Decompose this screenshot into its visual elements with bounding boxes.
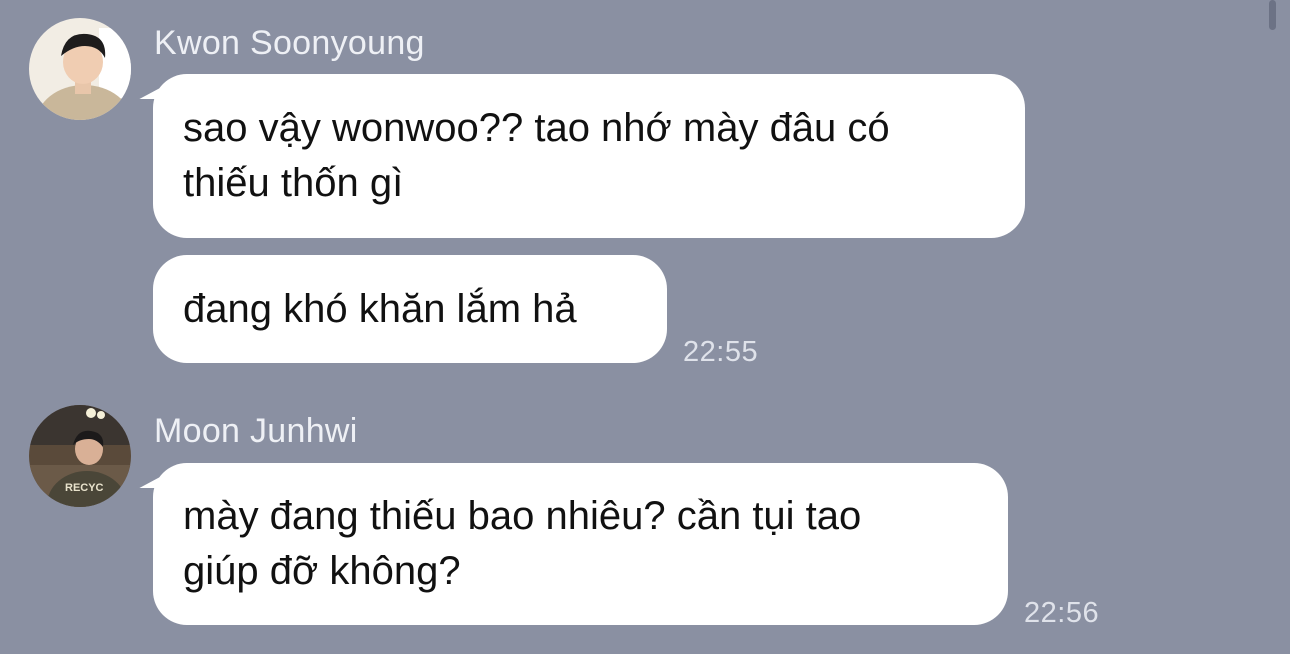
- user-avatar-icon: RECYC: [29, 405, 131, 507]
- avatar[interactable]: [29, 18, 131, 120]
- message-bubble[interactable]: sao vậy wonwoo?? tao nhớ mày đâu có thiế…: [153, 74, 1025, 238]
- scrollbar[interactable]: [1269, 0, 1276, 30]
- message-bubble[interactable]: đang khó khăn lắm hả: [153, 255, 667, 363]
- message-timestamp: 22:55: [683, 336, 759, 368]
- message-text: sao vậy wonwoo?? tao nhớ mày đâu có thiế…: [183, 106, 890, 205]
- svg-text:RECYC: RECYC: [65, 482, 104, 494]
- message-bubble[interactable]: mày đang thiếu bao nhiêu? cần tụi tao gi…: [153, 463, 1008, 625]
- message-timestamp: 22:56: [1024, 597, 1100, 629]
- sender-name: Moon Junhwi: [154, 412, 358, 450]
- sender-name: Kwon Soonyoung: [154, 24, 425, 62]
- user-avatar-icon: [29, 18, 131, 120]
- message-text: đang khó khăn lắm hả: [183, 286, 577, 331]
- message-text: mày đang thiếu bao nhiêu? cần tụi tao gi…: [183, 494, 862, 593]
- avatar[interactable]: RECYC: [29, 405, 131, 507]
